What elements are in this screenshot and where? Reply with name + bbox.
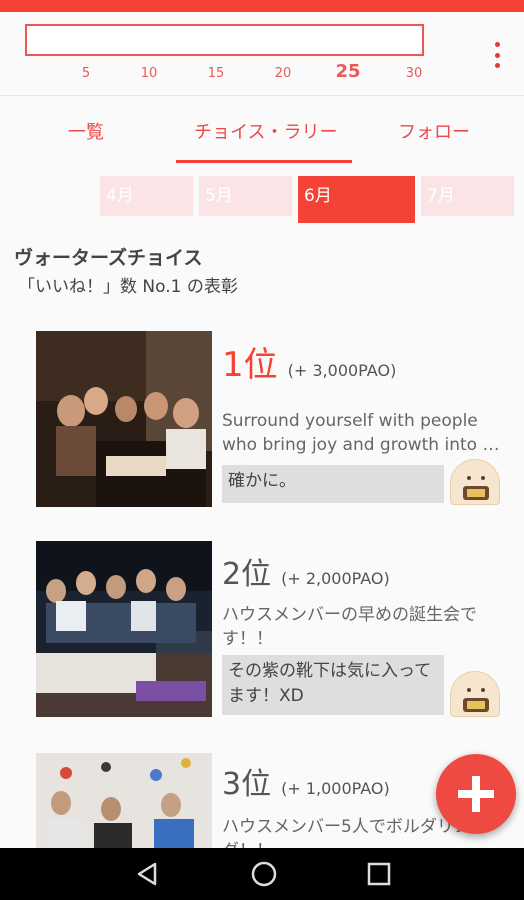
- home-icon[interactable]: [251, 861, 277, 887]
- commenter-avatar[interactable]: [450, 671, 500, 717]
- month-june[interactable]: 6月: [298, 176, 415, 223]
- post-description: Surround yourself with people who bring …: [222, 411, 500, 455]
- top-comment: 確かに。: [222, 465, 444, 503]
- section-title: ヴォーターズチョイス: [14, 247, 203, 269]
- back-icon[interactable]: [137, 862, 157, 886]
- search-input[interactable]: [25, 24, 424, 56]
- month-april[interactable]: 4月: [100, 176, 193, 216]
- status-bar: [0, 0, 524, 12]
- rank-position: 1位: [222, 345, 278, 385]
- day-filter-header: 5 10 15 20 25 30: [0, 12, 524, 96]
- top-comment: その紫の靴下は気に入ってます！XD: [222, 655, 444, 715]
- month-may[interactable]: 5月: [199, 176, 292, 216]
- day-label-active[interactable]: 25: [333, 61, 363, 82]
- post-photo[interactable]: [36, 753, 212, 848]
- rank-label: 2位 (+ 2,000PAO): [222, 549, 390, 593]
- tab-follow[interactable]: フォロー: [398, 118, 470, 144]
- post-description: ハウスメンバーの早めの誕生会です！！: [222, 605, 477, 649]
- month-selector: 4月 5月 6月 7月: [0, 176, 524, 224]
- tab-list[interactable]: 一覧: [68, 118, 104, 144]
- month-july[interactable]: 7月: [421, 176, 514, 216]
- rank-points: (+ 2,000PAO): [281, 569, 390, 588]
- rank-position: 3位: [222, 767, 272, 802]
- tab-indicator: [176, 160, 352, 163]
- navigation-bar: [0, 848, 524, 900]
- rank-label: 3位 (+ 1,000PAO): [222, 759, 390, 803]
- day-label[interactable]: 10: [134, 66, 164, 81]
- rank-points: (+ 1,000PAO): [281, 779, 390, 798]
- recents-icon[interactable]: [367, 862, 391, 886]
- day-label[interactable]: 20: [268, 66, 298, 81]
- add-button[interactable]: [436, 754, 516, 834]
- commenter-avatar[interactable]: [450, 459, 500, 505]
- day-label[interactable]: 5: [71, 66, 101, 81]
- more-vert-icon[interactable]: [494, 42, 500, 68]
- rank-label: 1位 (+ 3,000PAO): [222, 337, 396, 386]
- post-photo[interactable]: [36, 541, 212, 717]
- day-label[interactable]: 15: [201, 66, 231, 81]
- tab-bar: 一覧 チョイス・ラリー フォロー: [0, 100, 524, 164]
- day-label[interactable]: 30: [399, 66, 429, 81]
- section-subtitle: 「いいね！」数 No.1 の表彰: [18, 277, 238, 297]
- post-photo[interactable]: [36, 331, 212, 507]
- tab-choice-rally[interactable]: チョイス・ラリー: [194, 118, 337, 144]
- rank-points: (+ 3,000PAO): [287, 361, 397, 380]
- rank-position: 2位: [222, 557, 272, 592]
